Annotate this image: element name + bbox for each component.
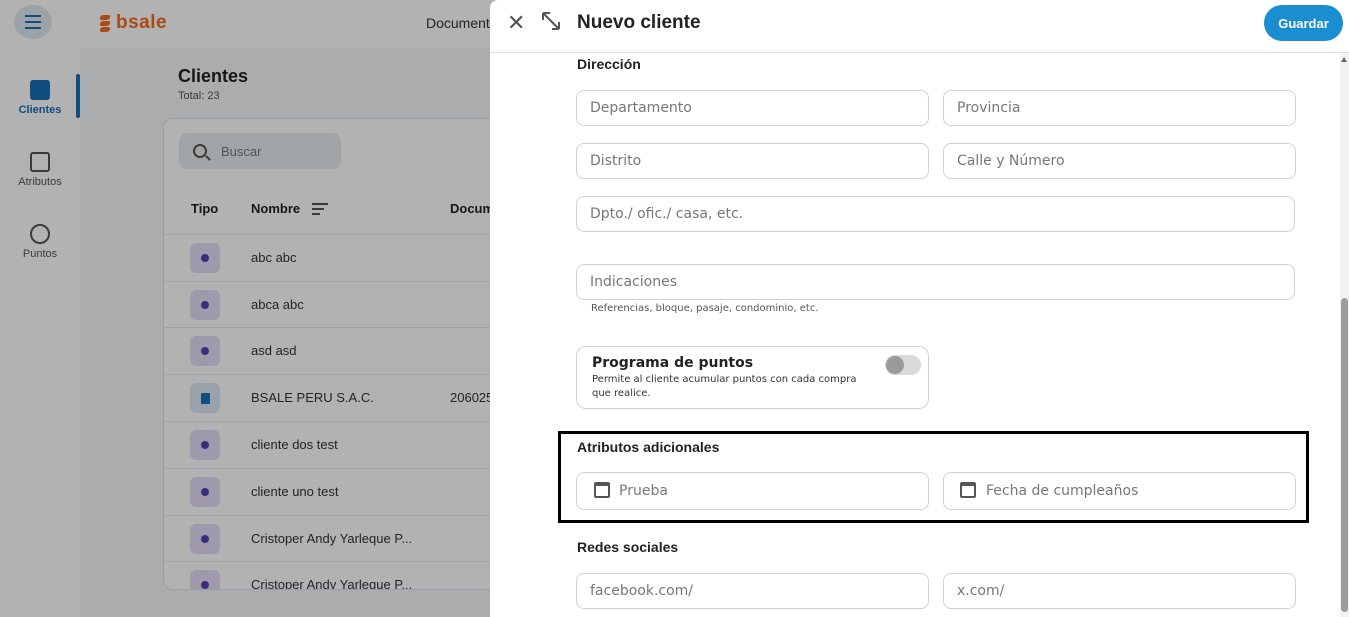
calle-field[interactable]: [943, 143, 1296, 179]
expand-icon[interactable]: [540, 10, 562, 32]
x-field[interactable]: [943, 573, 1296, 609]
drawer-header: ✕ Nuevo cliente Guardar: [490, 0, 1349, 53]
section-label-atributos: Atributos adicionales: [577, 439, 720, 455]
drawer-title: Nuevo cliente: [577, 12, 701, 33]
birthday-date-field[interactable]: [943, 472, 1296, 510]
dpto-field[interactable]: [576, 196, 1295, 232]
scrollbar-thumb[interactable]: [1341, 298, 1348, 612]
close-icon[interactable]: ✕: [507, 12, 525, 34]
section-label-redes: Redes sociales: [577, 539, 679, 555]
scroll-up-icon[interactable]: [1341, 57, 1347, 62]
provincia-field[interactable]: [943, 90, 1296, 126]
facebook-field[interactable]: [576, 573, 929, 609]
points-program-title: Programa de puntos: [592, 355, 754, 371]
points-program-description: Permite al cliente acumular puntos con c…: [592, 374, 857, 399]
calendar-icon[interactable]: [594, 482, 610, 498]
section-label-direccion: Dirección: [577, 56, 641, 72]
distrito-field[interactable]: [576, 143, 929, 179]
prueba-date-field[interactable]: [576, 472, 929, 510]
indicaciones-field[interactable]: [576, 264, 1295, 300]
points-program-card: Programa de puntos Permite al cliente ac…: [576, 346, 929, 409]
save-button[interactable]: Guardar: [1264, 5, 1343, 41]
points-program-toggle[interactable]: [885, 355, 921, 375]
new-client-drawer: ✕ Nuevo cliente Guardar Dirección Refere…: [490, 0, 1349, 617]
departamento-field[interactable]: [576, 90, 929, 126]
calendar-icon[interactable]: [960, 482, 976, 498]
indicaciones-helper-text: Referencias, bloque, pasaje, condominio,…: [591, 303, 819, 314]
